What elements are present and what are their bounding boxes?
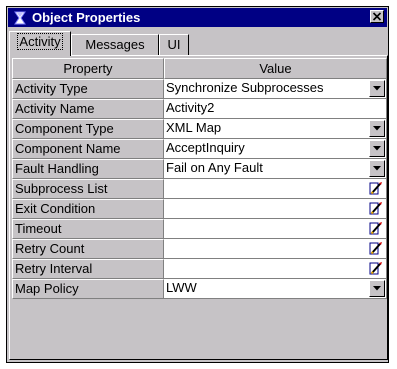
window-title: Object Properties bbox=[32, 10, 141, 25]
table-row: Exit Condition bbox=[12, 199, 387, 219]
table-row: Activity Name Activity2 bbox=[12, 99, 387, 119]
property-value-editor[interactable] bbox=[164, 219, 387, 239]
activity-panel: Property Value Activity Type Synchronize… bbox=[9, 55, 388, 360]
tab-activity-label: Activity bbox=[17, 33, 63, 50]
table-row: Retry Count bbox=[12, 239, 387, 259]
property-label: Retry Interval bbox=[12, 259, 164, 279]
property-label: Component Type bbox=[12, 119, 164, 139]
tab-ui-label: UI bbox=[167, 37, 181, 52]
table-row: Timeout bbox=[12, 219, 387, 239]
dropdown-button[interactable] bbox=[369, 80, 385, 97]
table-row: Activity Type Synchronize Subprocesses bbox=[12, 79, 387, 99]
table-row: Retry Interval bbox=[12, 259, 387, 279]
chevron-down-icon bbox=[373, 286, 381, 291]
table-row: Fault Handling Fail on Any Fault bbox=[12, 159, 387, 179]
property-label: Activity Name bbox=[12, 99, 164, 119]
property-value-select[interactable]: Synchronize Subprocesses bbox=[164, 79, 387, 99]
edit-button[interactable] bbox=[368, 240, 384, 257]
property-value: Fail on Any Fault bbox=[166, 160, 263, 175]
chevron-down-icon bbox=[373, 166, 381, 171]
close-button[interactable] bbox=[370, 10, 384, 23]
property-value-select[interactable]: XML Map bbox=[164, 119, 387, 139]
property-label: Activity Type bbox=[12, 79, 164, 99]
tab-ui[interactable]: UI bbox=[159, 34, 189, 55]
edit-button[interactable] bbox=[368, 200, 384, 217]
edit-pencil-icon bbox=[369, 242, 382, 255]
property-value-select[interactable]: Fail on Any Fault bbox=[164, 159, 387, 179]
tab-strip: Activity Messages UI bbox=[9, 31, 386, 56]
property-value: XML Map bbox=[166, 120, 222, 135]
property-label: Retry Count bbox=[12, 239, 164, 259]
chevron-down-icon bbox=[373, 146, 381, 151]
tab-activity[interactable]: Activity bbox=[9, 31, 71, 56]
edit-pencil-icon bbox=[369, 182, 382, 195]
dropdown-button[interactable] bbox=[369, 120, 385, 137]
property-value-select[interactable]: AcceptInquiry bbox=[164, 139, 387, 159]
close-icon bbox=[372, 12, 382, 21]
edit-pencil-icon bbox=[369, 202, 382, 215]
property-value: Activity2 bbox=[166, 100, 215, 115]
dropdown-button[interactable] bbox=[369, 160, 385, 177]
column-header-value[interactable]: Value bbox=[164, 58, 387, 79]
table-row: Component Name AcceptInquiry bbox=[12, 139, 387, 159]
title-bar[interactable]: Object Properties bbox=[8, 8, 387, 27]
chevron-down-icon bbox=[373, 86, 381, 91]
column-header-property[interactable]: Property bbox=[12, 58, 164, 79]
property-value-editor[interactable] bbox=[164, 199, 387, 219]
object-properties-window: Object Properties Activity Messages UI P… bbox=[6, 6, 389, 363]
dropdown-button[interactable] bbox=[369, 140, 385, 157]
property-value-editor[interactable] bbox=[164, 179, 387, 199]
edit-pencil-icon bbox=[369, 262, 382, 275]
property-label: Map Policy bbox=[12, 279, 164, 299]
chevron-down-icon bbox=[373, 126, 381, 131]
property-label: Exit Condition bbox=[12, 199, 164, 219]
property-value-select[interactable]: LWW bbox=[164, 279, 387, 299]
edit-button[interactable] bbox=[368, 260, 384, 277]
table-row: Subprocess List bbox=[12, 179, 387, 199]
dropdown-button[interactable] bbox=[369, 280, 385, 297]
property-value: LWW bbox=[166, 280, 197, 295]
edit-button[interactable] bbox=[368, 220, 384, 237]
property-value: AcceptInquiry bbox=[166, 140, 245, 155]
property-label: Subprocess List bbox=[12, 179, 164, 199]
property-value-editor[interactable] bbox=[164, 259, 387, 279]
properties-icon bbox=[11, 9, 29, 27]
table-row: Map Policy LWW bbox=[12, 279, 387, 299]
edit-pencil-icon bbox=[369, 222, 382, 235]
property-value-field[interactable]: Activity2 bbox=[164, 99, 387, 119]
property-label: Component Name bbox=[12, 139, 164, 159]
tab-messages[interactable]: Messages bbox=[71, 34, 159, 55]
edit-button[interactable] bbox=[368, 180, 384, 197]
tab-messages-label: Messages bbox=[85, 37, 145, 52]
property-label: Fault Handling bbox=[12, 159, 164, 179]
table-row: Component Type XML Map bbox=[12, 119, 387, 139]
property-value-editor[interactable] bbox=[164, 239, 387, 259]
property-value: Synchronize Subprocesses bbox=[166, 80, 324, 95]
property-label: Timeout bbox=[12, 219, 164, 239]
